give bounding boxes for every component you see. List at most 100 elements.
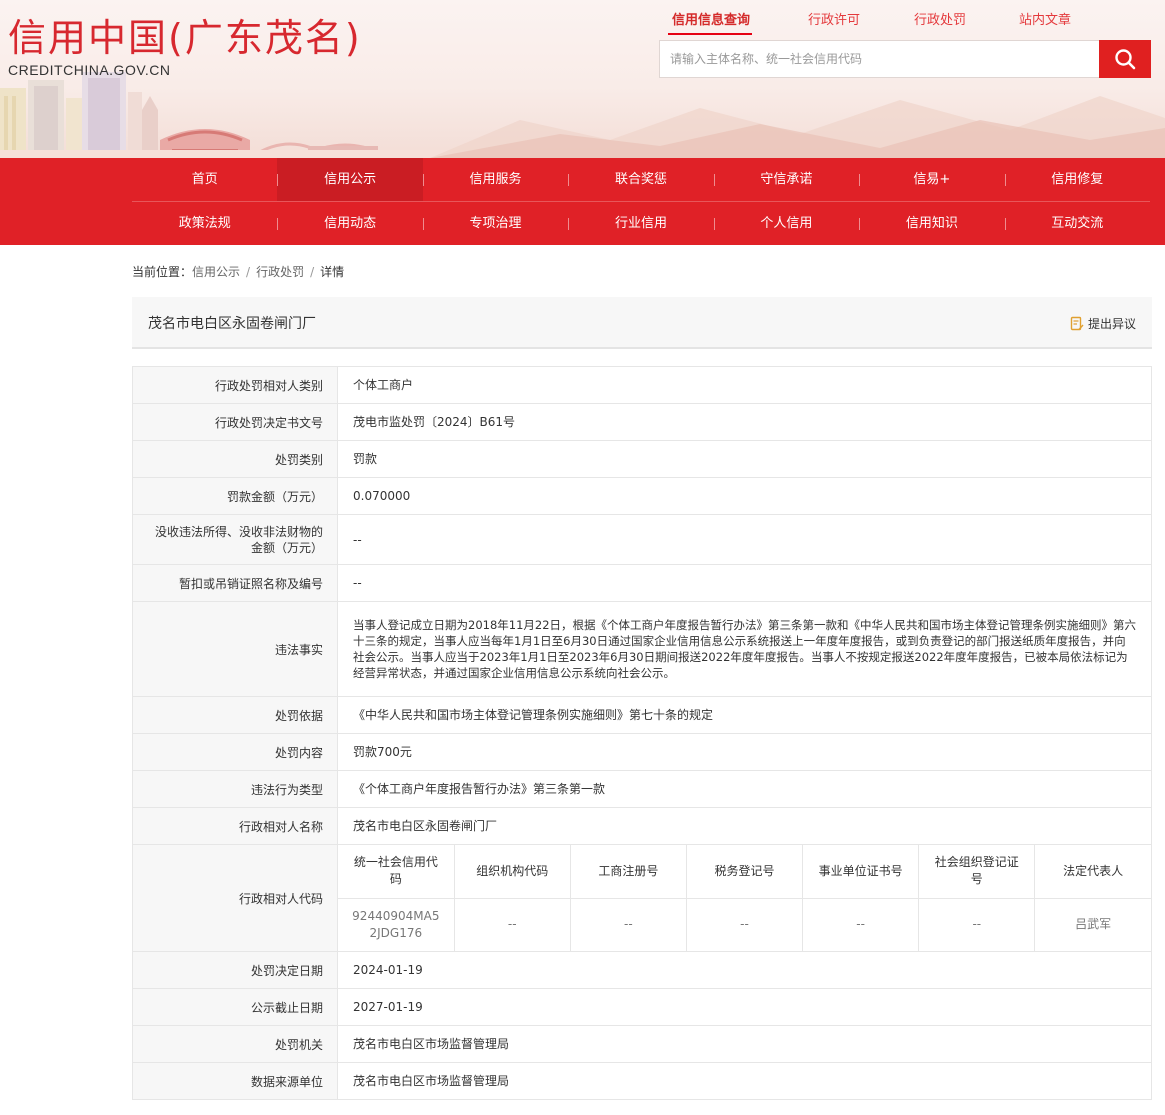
table-row: 行政处罚决定书文号 茂电市监处罚〔2024〕B61号 [132,403,1152,441]
logo-text[interactable]: 信用中国(广东茂名) [8,14,362,62]
field-label: 数据来源单位 [132,1062,338,1100]
field-label: 暂扣或吊销证照名称及编号 [132,564,338,602]
nav-credit-promise[interactable]: 守信承诺 [713,158,859,201]
breadcrumb-current: 详情 [320,265,345,279]
codes-header-row: 统一社会信用代码 组织机构代码 工商注册号 税务登记号 事业单位证书号 社会组织… [338,845,1151,899]
entity-codes-table: 统一社会信用代码 组织机构代码 工商注册号 税务登记号 事业单位证书号 社会组织… [338,845,1151,951]
field-value: 茂名市电白区永固卷闸门厂 [337,807,1152,845]
codes-header: 工商注册号 [570,845,687,899]
breadcrumb-separator: / [246,265,251,279]
top-link-credit-query[interactable]: 信用信息查询 [672,9,750,28]
breadcrumb-prefix: 当前位置： [132,265,193,279]
field-label: 处罚类别 [132,440,338,478]
field-value: 茂电市监处罚〔2024〕B61号 [337,403,1152,441]
table-row: 行政处罚相对人类别 个体工商户 [132,366,1152,404]
nav-special-governance[interactable]: 专项治理 [422,202,568,245]
nav-credit-repair[interactable]: 信用修复 [1004,158,1150,201]
search-icon [1115,49,1136,70]
nav-industry-credit[interactable]: 行业信用 [568,202,713,245]
site-header: 信用中国(广东茂名) CREDITCHINA.GOV.CN 信用信息查询 行政许… [0,0,1165,158]
table-row: 违法行为类型 《个体工商户年度报告暂行办法》第三条第一款 [132,770,1152,808]
table-row: 处罚内容 罚款700元 [132,733,1152,771]
field-label: 公示截止日期 [132,988,338,1026]
breadcrumb-admin-penalty[interactable]: 行政处罚 [256,265,304,279]
codes-value: 吕武军 [1075,917,1112,932]
field-value: 《中华人民共和国市场主体登记管理条例实施细则》第七十条的规定 [337,696,1152,734]
field-value: -- [337,564,1152,602]
field-label: 违法事实 [132,601,338,697]
codes-value: -- [454,898,571,951]
codes-header: 税务登记号 [686,845,804,899]
codes-header: 社会组织登记证号 [918,845,1036,899]
nav-home[interactable]: 首页 [132,158,277,201]
field-label: 处罚机关 [132,1025,338,1063]
field-label: 行政相对人名称 [132,807,338,845]
table-row: 公示截止日期 2027-01-19 [132,988,1152,1026]
codes-header: 统一社会信用代码 [338,845,455,899]
codes-value: 92440904MA52JDG176 [338,898,455,951]
field-value: 2024-01-19 [337,951,1152,989]
table-row: 暂扣或吊销证照名称及编号 -- [132,564,1152,602]
field-value: 2027-01-19 [337,988,1152,1026]
top-link-admin-license[interactable]: 行政许可 [808,9,860,28]
field-value: 茂名市电白区市场监督管理局 [337,1025,1152,1063]
nav-credit-service[interactable]: 信用服务 [422,158,568,201]
table-row: 处罚决定日期 2024-01-19 [132,951,1152,989]
table-row: 罚款金额（万元） 0.070000 [132,477,1152,515]
top-link-admin-penalty[interactable]: 行政处罚 [914,9,966,28]
nav-credit-news[interactable]: 信用动态 [277,202,422,245]
field-value: 茂名市电白区市场监督管理局 [337,1062,1152,1100]
raise-objection-label: 提出异议 [1087,317,1136,331]
table-row: 行政相对人代码 统一社会信用代码 组织机构代码 工商注册号 税务登记号 事业单位… [132,844,1152,952]
top-link-site-articles[interactable]: 站内文章 [1019,9,1071,28]
field-label: 违法行为类型 [132,770,338,808]
nav-credit-publicity[interactable]: 信用公示 [277,158,423,201]
search-box [659,40,1151,78]
nav-xinyi-plus[interactable]: 信易+ [859,158,1004,201]
table-row: 数据来源单位 茂名市电白区市场监督管理局 [132,1062,1152,1100]
nav-joint-rewards[interactable]: 联合奖惩 [568,158,713,201]
search-button[interactable] [1099,40,1151,78]
main-nav: 首页 信用公示 信用服务 联合奖惩 守信承诺 信易+ 信用修复 政策法规 信用动… [0,158,1165,245]
raise-objection-button[interactable]: 提出异议 [1070,315,1136,332]
codes-value: -- [918,898,1036,951]
table-row: 处罚类别 罚款 [132,440,1152,478]
table-row: 没收违法所得、没收非法财物的金额（万元） -- [132,514,1152,565]
field-label: 行政处罚相对人类别 [132,366,338,404]
field-value: 罚款 [337,440,1152,478]
nav-row-1: 首页 信用公示 信用服务 联合奖惩 守信承诺 信易+ 信用修复 [132,158,1150,201]
objection-icon [1070,316,1084,331]
table-row: 处罚依据 《中华人民共和国市场主体登记管理条例实施细则》第七十条的规定 [132,696,1152,734]
codes-header: 组织机构代码 [454,845,571,899]
field-label: 处罚内容 [132,733,338,771]
field-label: 行政处罚决定书文号 [132,403,338,441]
codes-value: -- [570,898,687,951]
codes-value-row: 92440904MA52JDG176 -- -- -- -- -- 吕武军 [338,898,1151,951]
nav-row-2: 政策法规 信用动态 专项治理 行业信用 个人信用 信用知识 互动交流 [132,202,1150,245]
penalty-detail-table: 行政处罚相对人类别 个体工商户 行政处罚决定书文号 茂电市监处罚〔2024〕B6… [132,366,1152,1100]
table-row: 行政相对人名称 茂名市电白区永固卷闸门厂 [132,807,1152,845]
field-value: -- [337,514,1152,565]
field-value: 罚款700元 [337,733,1152,771]
field-value: 个体工商户 [337,366,1152,404]
codes-value: -- [686,898,804,951]
search-input[interactable] [660,41,1101,77]
codes-header: 法定代表人 [1034,845,1151,899]
nav-personal-credit[interactable]: 个人信用 [713,202,859,245]
logo-domain: CREDITCHINA.GOV.CN [8,62,171,78]
breadcrumb-credit-publicity[interactable]: 信用公示 [192,265,240,279]
field-value: 《个体工商户年度报告暂行办法》第三条第一款 [337,770,1152,808]
field-label: 没收违法所得、没收非法财物的金额（万元） [132,514,338,565]
field-label: 罚款金额（万元） [132,477,338,515]
detail-title-bar: 茂名市电白区永固卷闸门厂 提出异议 [132,297,1152,349]
breadcrumb-separator: / [310,265,315,279]
entity-codes-cell: 统一社会信用代码 组织机构代码 工商注册号 税务登记号 事业单位证书号 社会组织… [337,844,1152,952]
codes-value: -- [802,898,920,951]
nav-policy[interactable]: 政策法规 [132,202,277,245]
active-link-underline [668,33,752,35]
breadcrumb: 当前位置：信用公示 / 行政处罚 / 详情 [132,263,344,280]
table-row: 处罚机关 茂名市电白区市场监督管理局 [132,1025,1152,1063]
nav-interaction[interactable]: 互动交流 [1004,202,1150,245]
field-label: 处罚决定日期 [132,951,338,989]
nav-credit-knowledge[interactable]: 信用知识 [859,202,1004,245]
